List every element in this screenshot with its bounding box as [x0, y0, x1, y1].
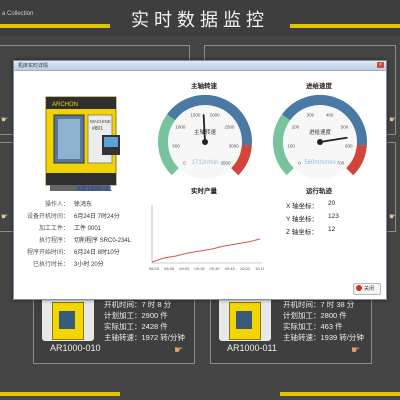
x-tick-label: 08:05: [149, 266, 160, 271]
z-axis-coord: Z 轴坐标： 12: [286, 226, 335, 236]
header-bar: a Collection 实时数据监控: [0, 0, 400, 36]
info-value: 徐鸿东: [74, 202, 93, 208]
info-key: 加工工件：: [38, 226, 69, 232]
gauge-tick-label: 1500: [190, 113, 201, 118]
gauge-tick-label: 1000: [175, 125, 186, 130]
gauge-tick-label: 2000: [210, 113, 221, 118]
x-tick-label: 09:45: [225, 266, 236, 271]
dialog-title-bar: 机床实时详情 ×: [14, 61, 386, 71]
axis-value: 123: [328, 213, 339, 220]
gauge-tick-label: 500: [341, 125, 349, 130]
info-value: 工件 0001: [74, 226, 102, 232]
axis-value: 20: [328, 200, 336, 207]
output-chart-title: 实时产量: [191, 188, 217, 195]
gauge-tick-label: 3000: [229, 143, 240, 148]
stat-line: 实际加工：463 件: [283, 322, 343, 331]
close-dialog-button[interactable]: 关闭: [353, 283, 381, 295]
info-value: 3小时 20分: [74, 262, 104, 268]
photo-model: MACHINE: [90, 119, 111, 124]
gauge-readout: 560mm/min: [304, 160, 335, 166]
output-series-line: [151, 238, 261, 263]
hand-pointer-icon[interactable]: ☛: [389, 115, 396, 124]
info-key: 已执行时长：: [32, 262, 69, 268]
gauge-tick-label: 2500: [225, 125, 236, 130]
gauge-tick-label: 200: [292, 125, 300, 130]
axis-label: Z 轴坐标：: [286, 229, 318, 236]
info-key: 操作人：: [44, 202, 69, 208]
machine-card[interactable]: AR1000-011 开机时间：7 时 38 分 计划加工：2800 件 实际加…: [210, 290, 372, 364]
axis-label: Y 轴坐标：: [286, 216, 319, 223]
stat-line: 主轴转速：1972 转/分钟: [104, 333, 185, 342]
hand-pointer-icon[interactable]: ☛: [1, 115, 8, 124]
hand-pointer-icon[interactable]: ☛: [389, 212, 396, 221]
x-axis-coord: X 轴坐标： 20: [286, 200, 335, 210]
close-icon: [356, 285, 362, 291]
info-value: 6月24日 8时10分: [74, 250, 120, 256]
stat-line: 开机时间：7 时 8 分: [104, 300, 172, 309]
info-value: 切削程序 SRC0-234L: [74, 238, 132, 244]
footer-stripe-right: [280, 392, 400, 396]
stat-line: 实际加工：2428 件: [104, 322, 168, 331]
close-icon[interactable]: ×: [377, 62, 384, 68]
trajectory-title: 运行轨迹: [306, 188, 332, 195]
x-tick-label: 08:45: [164, 266, 175, 271]
info-key: 设备开机时间：: [26, 214, 69, 220]
close-button-label: 关闭: [364, 286, 375, 292]
gauge-tick-label: 700: [337, 161, 345, 166]
machine-thumbnail: [42, 297, 94, 341]
hand-pointer-icon[interactable]: ☛: [1, 212, 8, 221]
photo-brand: ARCHON: [52, 102, 78, 108]
gauge-tick-label: 100: [287, 143, 295, 148]
info-key: 程序开始时间：: [26, 250, 69, 256]
gauge-tick-label: 300: [307, 113, 315, 118]
machine-photo: ARCHON MACHINE #801: [42, 83, 132, 203]
axis-label: X 轴坐标：: [286, 203, 319, 210]
gauge-label: 进给速度: [309, 128, 332, 136]
hand-pointer-icon[interactable]: ☛: [174, 345, 183, 356]
photo-number: #801: [92, 126, 103, 132]
y-axis-coord: Y 轴坐标： 123: [286, 213, 339, 223]
stat-line: 计划加工：2800 件: [283, 311, 347, 320]
machine-card-id: AR1000-010: [50, 343, 101, 353]
gauge-tick-label: 600: [345, 143, 353, 148]
hand-pointer-icon[interactable]: ☛: [351, 345, 360, 356]
info-key: 执行程序：: [38, 238, 69, 244]
x-tick-label: 09:00: [179, 266, 190, 271]
gauge-tick-label: 500: [172, 143, 180, 148]
machine-card[interactable]: AR1000-010 开机时间：7 时 8 分 计划加工：2900 件 实际加工…: [33, 290, 195, 364]
info-value: 6月24日 7时24分: [74, 214, 120, 220]
stat-line: 计划加工：2900 件: [104, 311, 168, 320]
spindle-speed-gauge: 0500100015002000250030003500 主轴转速 1712r/…: [158, 95, 252, 179]
page-title: 实时数据监控: [131, 10, 269, 31]
gauge-tick-label: 3500: [221, 161, 232, 166]
x-tick-label: 10:15: [255, 266, 264, 271]
axis-value: 12: [328, 226, 336, 233]
gauge-tick-label: 400: [326, 113, 334, 118]
dialog-title: 机床实时详情: [18, 63, 49, 69]
machine-thumbnail: [219, 297, 271, 341]
x-tick-label: 09:15: [194, 266, 205, 271]
gauge-readout: 1712r/min: [192, 160, 219, 166]
gauge-hub: [317, 139, 323, 145]
footer-stripe-left: [0, 392, 120, 396]
header-stripe-right: [290, 24, 400, 28]
x-tick-label: 09:30: [210, 266, 221, 271]
machine-name: AR1000-01: [76, 186, 112, 193]
machine-card-id: AR1000-011: [227, 343, 277, 353]
stat-line: 开机时间：7 时 38 分: [283, 300, 355, 309]
output-line-chart: 08:05 08:45 09:00 09:15 09:30 09:45 10:00 10:15: [149, 205, 264, 271]
machine-card-stats: 开机时间：7 时 38 分 计划加工：2800 件 实际加工：463 件 主轴转…: [283, 299, 364, 343]
gauge-hub: [202, 139, 208, 145]
x-tick-label: 10:00: [240, 266, 251, 271]
stat-line: 主轴转速：1939 转/分钟: [283, 333, 364, 342]
machine-detail-dialog: 机床实时详情 × ARCHON MACHINE #801 AR1000-01 操…: [13, 60, 387, 300]
header-stripe-left: [0, 24, 110, 28]
machine-card-stats: 开机时间：7 时 8 分 计划加工：2900 件 实际加工：2428 件 主轴转…: [104, 299, 185, 343]
feed-speed-gauge: 0100200300 400500600700 进给速度 560mm/min: [273, 95, 367, 179]
